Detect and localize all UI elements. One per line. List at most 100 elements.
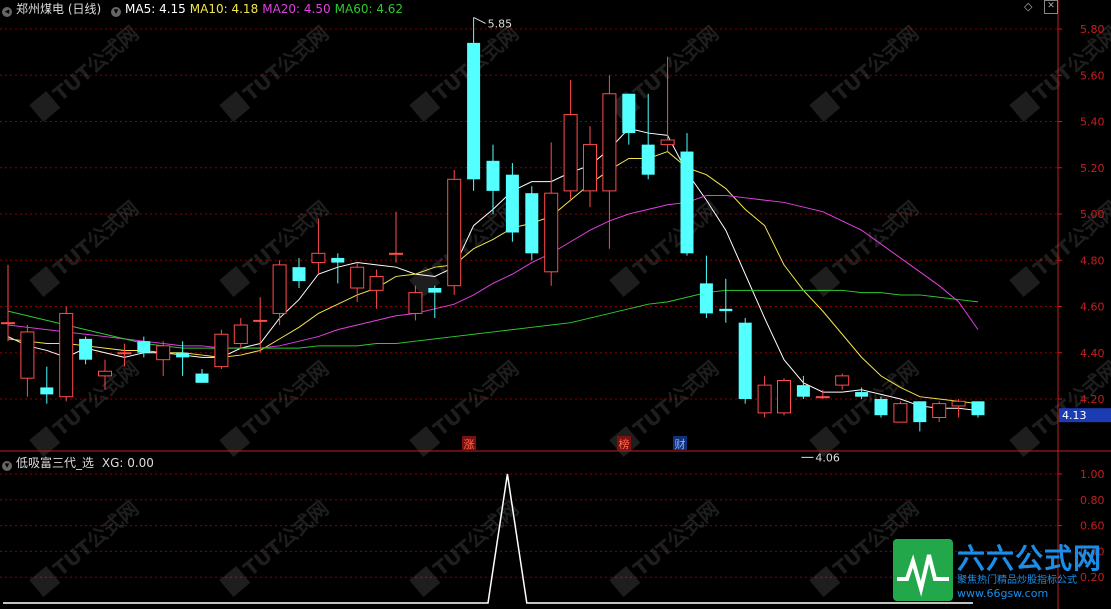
candle[interactable] [699,255,713,319]
main-chart-header: ◂ 郑州煤电 (日线) ▾ MA5: 4.15 MA10: 4.18 MA20: 4.5… [2,0,411,17]
candle[interactable] [641,93,655,180]
candle-body [680,151,694,254]
candle[interactable] [913,401,927,432]
candle[interactable] [195,368,209,383]
candle[interactable] [272,260,287,325]
candle-body [117,352,132,355]
candle-body [369,275,384,291]
candle[interactable] [893,401,908,423]
candle[interactable] [544,142,559,286]
candle[interactable] [738,318,752,404]
candle[interactable] [350,262,365,302]
diamond-icon[interactable]: ◇ [1024,0,1032,13]
candle-body [777,380,791,414]
watermark-mark: TUT公式网 [809,196,924,297]
grid-layer [0,28,1058,578]
indicator-header: ▾ 低吸富三代_选 XG: 0.00 [2,454,158,471]
candle-body [59,312,74,398]
candle-body [932,403,947,418]
candle[interactable] [583,126,597,208]
price-tick-label: 5.00 [1080,208,1105,221]
indicator-tick-label: 0.80 [1080,494,1105,507]
candle-body [641,144,655,175]
candle[interactable] [796,375,810,399]
candle-body [447,178,462,287]
settings-icon[interactable]: ▾ [111,7,122,17]
event-mark[interactable]: 财 [673,436,687,451]
candle[interactable] [932,401,947,423]
candle-body [292,267,306,282]
watermark-text: TUT公式网 [629,356,724,441]
high-pointer [473,16,486,24]
candle[interactable] [835,373,850,390]
candle-body [98,370,112,377]
candle-body [660,139,675,146]
candle-body [951,400,966,407]
indicator-collapse-icon[interactable]: ▾ [2,461,12,471]
candle[interactable] [176,341,190,376]
candle[interactable] [815,389,830,399]
candle[interactable] [59,306,74,402]
close-icon[interactable]: ✕ [1044,0,1058,14]
candle[interactable] [563,79,578,201]
candle-body [389,252,403,255]
indicator-value: XG: 0.00 [101,456,154,470]
candle-body [835,375,850,386]
candle-body [913,401,927,423]
candle-body [272,264,287,314]
price-tick-label: 5.20 [1080,162,1105,175]
candle[interactable] [874,396,888,418]
watermark-mark: TUT公式网 [1009,356,1111,457]
candle-body [855,392,869,397]
candle-body [350,266,365,289]
watermark-text: TUT公式网 [49,196,144,281]
ma-line-ma60 [7,289,979,349]
watermark-mark: TUT公式网 [409,21,523,122]
candle[interactable] [233,318,248,349]
candle-body [563,114,578,192]
event-mark[interactable]: 涨 [462,436,476,451]
watermark-text: TUT公式网 [829,196,924,281]
candle[interactable] [680,133,694,256]
ma-legend-item: MA60: 4.62 [334,2,404,16]
brand-logo: 六六公式网 聚焦热门精品炒股指标公式 www.66gsw.com [891,537,1111,609]
candle[interactable] [428,285,442,319]
watermark-text: TUT公式网 [429,496,524,581]
candle[interactable] [971,401,985,418]
watermark-mark: TUT公式网 [219,496,333,597]
candle-body [156,345,171,361]
candle-body [428,288,442,293]
candle[interactable] [719,278,733,323]
candle[interactable] [777,378,791,416]
candle[interactable] [214,329,229,369]
candle[interactable] [156,341,171,376]
watermark-mark: TUT公式网 [29,496,143,597]
watermark-mark: TUT公式网 [29,356,143,457]
candle-body [176,352,190,358]
candle[interactable] [79,336,93,365]
candle[interactable] [447,170,462,295]
event-mark[interactable]: 榜 [617,436,631,451]
candle[interactable] [389,211,403,263]
candle[interactable] [622,93,636,145]
collapse-icon[interactable]: ◂ [2,7,12,17]
event-mark-label: 榜 [619,437,630,451]
candle[interactable] [20,325,35,397]
watermark-text: TUT公式网 [49,21,144,106]
candle[interactable] [292,257,306,288]
candle[interactable] [369,269,384,309]
current-price-label: 4.13 [1062,409,1087,422]
candle[interactable] [757,375,772,418]
candle[interactable] [525,186,539,261]
watermark-mark: TUT公式网 [409,496,524,597]
kline-chart[interactable]: TUT公式网 TUT公式网 TUT公式网 TUT公式网 TUT公式网 TUT公式网 TUT公… [0,0,1111,609]
candle[interactable] [40,366,54,404]
candle-body [137,341,151,353]
candle[interactable] [1,264,15,342]
watermark-mark: TUT公式网 [809,21,923,122]
candle[interactable] [505,163,519,242]
ma-legend-item: MA5: 4.15 [125,2,186,16]
candle-body [757,384,772,414]
price-tick-label: 5.80 [1080,23,1105,36]
candle[interactable] [467,17,481,191]
